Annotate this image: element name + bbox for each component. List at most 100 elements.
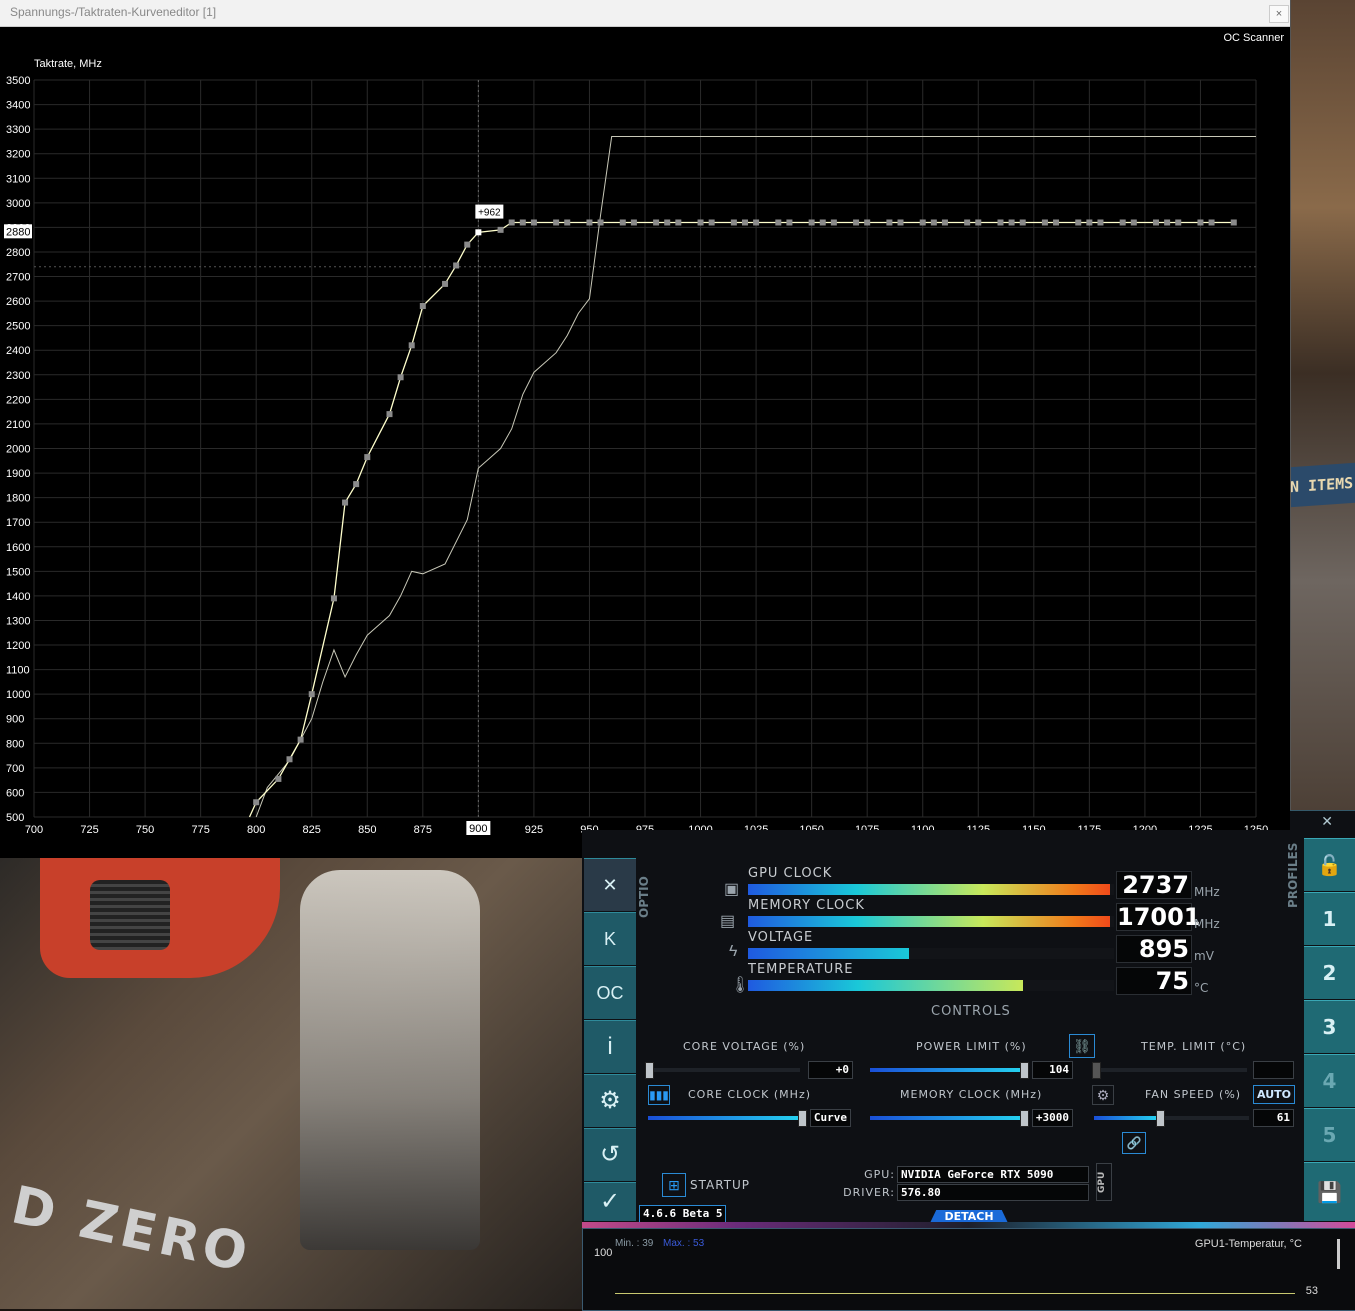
- curve-point: [1130, 219, 1137, 226]
- core-clock-input[interactable]: Curve: [810, 1109, 851, 1127]
- profile-3-button[interactable]: 3: [1304, 1000, 1355, 1053]
- memory-clock-thumb[interactable]: [1020, 1110, 1029, 1127]
- scene-robot: [300, 870, 480, 1250]
- curve-editor-icon[interactable]: ▮▮▮: [648, 1085, 670, 1105]
- curve-point: [286, 756, 293, 763]
- curve-point: [297, 736, 304, 743]
- profile-4-button[interactable]: 4: [1304, 1054, 1355, 1107]
- oc-icon[interactable]: OC: [584, 966, 636, 1019]
- power-limit-slider[interactable]: [870, 1062, 1029, 1079]
- fan-settings-icon[interactable]: ⚙: [1092, 1085, 1114, 1105]
- curve-point: [653, 219, 660, 226]
- lock-icon[interactable]: 🔓: [1304, 838, 1355, 891]
- curve-point: [808, 219, 815, 226]
- y-tick-label: 3100: [6, 173, 30, 185]
- core-voltage-input[interactable]: +0: [808, 1061, 853, 1079]
- graph-title: GPU1-Temperatur, °C: [1194, 1238, 1302, 1250]
- memory-clock-slider[interactable]: [870, 1110, 1029, 1127]
- apply-icon[interactable]: ✓: [584, 1182, 636, 1221]
- x-tick-label: 725: [80, 824, 98, 836]
- fan-speed-label: FAN SPEED (%): [1145, 1088, 1242, 1101]
- afterburner-close-icon[interactable]: ✕: [1321, 813, 1333, 830]
- y-tick-label: 3500: [6, 75, 30, 87]
- memory-icon: ▤: [720, 913, 736, 930]
- temperature-value: 75: [1116, 967, 1192, 995]
- msi-icon[interactable]: ✕: [584, 858, 636, 911]
- curve-point: [864, 219, 871, 226]
- save-icon[interactable]: 💾: [1304, 1162, 1355, 1221]
- temp-limit-thumb[interactable]: [1092, 1062, 1101, 1079]
- memory-clock-input[interactable]: +3000: [1032, 1109, 1073, 1127]
- core-voltage-slider[interactable]: [645, 1062, 800, 1079]
- profile-5-button[interactable]: 5: [1304, 1108, 1355, 1161]
- window-title: Spannungs-/Taktraten-Kurveneditor [1]: [10, 5, 217, 19]
- temp-limit-label: TEMP. LIMIT (°C): [1141, 1040, 1247, 1053]
- temp-limit-input[interactable]: [1253, 1061, 1294, 1079]
- curve-point: [1119, 219, 1126, 226]
- y-tick-label: 2100: [6, 419, 30, 431]
- profile-1-button[interactable]: 1: [1304, 892, 1355, 945]
- power-limit-thumb[interactable]: [1020, 1062, 1029, 1079]
- gpu-info-label: GPU:: [864, 1168, 895, 1181]
- gpu-name-field: NVIDIA GeForce RTX 5090: [897, 1166, 1089, 1183]
- windows-icon[interactable]: ⊞: [662, 1173, 686, 1197]
- fan-speed-thumb[interactable]: [1156, 1110, 1165, 1127]
- curve-point: [553, 219, 560, 226]
- y-tick-label: 1800: [6, 493, 30, 505]
- reset-icon[interactable]: ↺: [584, 1128, 636, 1181]
- graph-top-value: 100: [594, 1247, 613, 1259]
- curve-point: [253, 799, 260, 806]
- gear-icon[interactable]: ⚙: [584, 1074, 636, 1127]
- curve-point: [1164, 219, 1171, 226]
- driver-info-label: DRIVER:: [843, 1186, 895, 1199]
- fan-link-icon[interactable]: 🔗: [1122, 1132, 1146, 1154]
- gpu-select-button[interactable]: GPU: [1096, 1163, 1112, 1201]
- k-icon[interactable]: K: [584, 912, 636, 965]
- y-tick-label: 1600: [6, 542, 30, 554]
- options-label: OPTIO: [637, 876, 651, 918]
- fan-speed-slider[interactable]: [1094, 1110, 1249, 1127]
- voltage-label: VOLTAGE: [748, 930, 814, 945]
- x-tick-label: 750: [136, 824, 154, 836]
- graph-scrollbar[interactable]: [1337, 1239, 1340, 1269]
- x-tick-label: 700: [25, 824, 43, 836]
- x-tick-label: 850: [358, 824, 376, 836]
- gpu-clock-unit: MHz: [1194, 885, 1220, 899]
- close-button[interactable]: ×: [1269, 5, 1289, 23]
- profile-2-button[interactable]: 2: [1304, 946, 1355, 999]
- curve-point: [530, 219, 537, 226]
- power-limit-input[interactable]: 104: [1032, 1061, 1073, 1079]
- fan-auto-button[interactable]: AUTO: [1253, 1085, 1295, 1104]
- curve-editor-window: Spannungs-/Taktraten-Kurveneditor [1] × …: [0, 0, 1291, 858]
- curve-point: [564, 219, 571, 226]
- fan-speed-input[interactable]: 61: [1253, 1109, 1294, 1127]
- profiles-label: PROFILES: [1286, 842, 1300, 908]
- x-tick-label: 775: [191, 824, 209, 836]
- curve-point: [619, 219, 626, 226]
- core-clock-slider[interactable]: [648, 1110, 807, 1127]
- curve-point: [1053, 219, 1060, 226]
- y-tick-label: 1000: [6, 689, 30, 701]
- hardware-monitor-graph[interactable]: Min. : 39 Max. : 53 GPU1-Temperatur, °C …: [582, 1228, 1355, 1311]
- curve-point: [586, 219, 593, 226]
- selected-curve-point: [475, 229, 482, 236]
- y-tick-label: 1400: [6, 591, 30, 603]
- y-tick-label: 2800: [6, 247, 30, 259]
- voltage-frequency-chart[interactable]: 500 600 700 800 900 1000 1100 1200 1300 1400 1500 1…: [0, 49, 1290, 858]
- curve-point: [508, 219, 515, 226]
- core-voltage-thumb[interactable]: [645, 1062, 654, 1079]
- scene-banner: N ITEMS AFTER: [1290, 462, 1355, 508]
- curve-point: [975, 219, 982, 226]
- temp-limit-slider[interactable]: [1092, 1062, 1247, 1079]
- oc-scanner-button[interactable]: OC Scanner: [1223, 32, 1284, 44]
- info-icon[interactable]: i: [584, 1020, 636, 1073]
- curve-point: [930, 219, 937, 226]
- core-clock-thumb[interactable]: [798, 1110, 807, 1127]
- startup-label: STARTUP: [690, 1178, 751, 1192]
- editor-toolbar: OC Scanner: [0, 27, 1290, 49]
- afterburner-titlebar: ✕: [1290, 810, 1355, 831]
- gpu-clock-bar: [748, 884, 1114, 895]
- link-icon[interactable]: ⛓: [1069, 1034, 1095, 1058]
- window-titlebar[interactable]: Spannungs-/Taktraten-Kurveneditor [1] ×: [0, 0, 1290, 27]
- graph-line: [615, 1293, 1295, 1294]
